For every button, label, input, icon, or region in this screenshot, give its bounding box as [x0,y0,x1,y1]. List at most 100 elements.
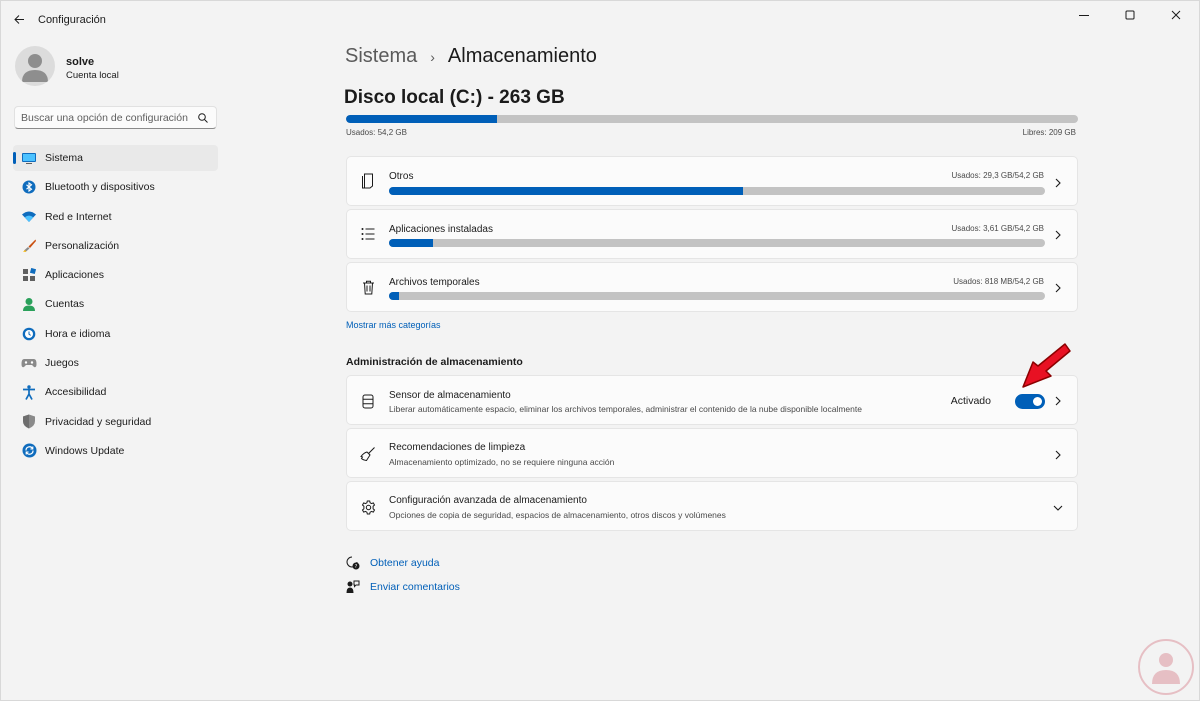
windows-update-icon [21,443,37,459]
sidebar-item-label: Hora e idioma [45,327,111,340]
sidebar-item-time-language[interactable]: Hora e idioma [13,321,218,347]
sidebar-nav: Sistema Bluetooth y dispositivos Red e I… [13,145,218,467]
category-usage-bar-fill [389,292,399,300]
category-usage-bar [389,239,1045,247]
sidebar-item-windows-update[interactable]: Windows Update [13,438,218,464]
sidebar-item-label: Bluetooth y dispositivos [45,181,155,194]
maximize-button[interactable] [1107,1,1153,29]
get-help-link[interactable]: ? Obtener ayuda [346,554,439,572]
category-usage-bar [389,292,1045,300]
breadcrumb-parent[interactable]: Sistema [345,45,417,68]
advanced-storage-title: Configuración avanzada de almacenamiento [389,495,587,506]
close-button[interactable] [1153,1,1199,29]
shield-icon [21,414,37,430]
brush-icon [21,238,37,254]
category-usage-bar [389,187,1045,195]
system-icon [21,150,37,166]
send-feedback-link[interactable]: Enviar comentarios [346,578,460,596]
app-title: Configuración [38,14,106,26]
person-icon [22,54,48,82]
broom-icon [360,446,376,462]
annotation-arrow-icon [1022,343,1071,388]
category-usage-bar-fill [389,187,744,195]
sidebar-item-label: Cuentas [45,298,85,311]
chevron-down-icon [1052,502,1064,514]
sidebar-item-label: Windows Update [45,444,125,457]
toggle-state-label: Activado [950,395,991,407]
watermark-logo [1138,639,1194,695]
sidebar-item-system[interactable]: Sistema [13,145,218,171]
advanced-storage-description: Opciones de copia de seguridad, espacios… [389,510,726,520]
minimize-icon [1079,15,1089,16]
title-bar: Configuración [1,1,1199,37]
category-card-others[interactable]: Otros Usados: 29,3 GB/54,2 GB [346,156,1078,206]
user-name: solve [66,56,95,68]
wifi-icon [21,209,37,225]
sidebar-item-label: Sistema [45,152,83,164]
disk-free-label: Libres: 209 GB [1022,128,1076,137]
minimize-button[interactable] [1061,1,1107,29]
sidebar-item-label: Privacidad y seguridad [45,415,152,428]
category-label: Otros [389,171,414,182]
sidebar-item-apps[interactable]: Aplicaciones [13,262,218,288]
disk-used-label: Usados: 54,2 GB [346,128,407,137]
maximize-icon [1125,10,1135,20]
breadcrumb: Sistema › Almacenamiento [345,45,597,68]
accessibility-icon [21,384,37,400]
storage-sense-description: Liberar automáticamente espacio, elimina… [389,404,862,414]
document-icon [360,173,376,189]
chevron-right-icon [1052,282,1064,294]
sidebar-item-accounts[interactable]: Cuentas [13,291,218,317]
storage-sense-card[interactable]: Sensor de almacenamiento Liberar automát… [346,375,1078,425]
user-profile[interactable]: solve Cuenta local [15,46,235,88]
sidebar-item-gaming[interactable]: Juegos [13,350,218,376]
category-label: Archivos temporales [389,277,480,288]
category-card-temp-files[interactable]: Archivos temporales Usados: 818 MB/54,2 … [346,262,1078,312]
category-card-installed-apps[interactable]: Aplicaciones instaladas Usados: 3,61 GB/… [346,209,1078,259]
search-box[interactable] [14,106,217,129]
svg-text:?: ? [355,564,358,570]
storage-sense-title: Sensor de almacenamiento [389,390,511,401]
close-icon [1171,10,1181,20]
help-link-label: Obtener ayuda [370,557,440,569]
advanced-storage-settings-card[interactable]: Configuración avanzada de almacenamiento… [346,481,1078,531]
chevron-right-icon [1052,229,1064,241]
storage-sense-toggle[interactable] [1015,394,1045,409]
category-label: Aplicaciones instaladas [389,224,493,235]
disk-usage-bar-fill [346,115,497,123]
disk-title: Disco local (C:) - 263 GB [344,87,565,108]
avatar [15,46,55,86]
chevron-right-icon [1052,177,1064,189]
category-usage: Usados: 29,3 GB/54,2 GB [951,171,1045,180]
sidebar-item-bluetooth[interactable]: Bluetooth y dispositivos [13,174,218,200]
sidebar-item-accessibility[interactable]: Accesibilidad [13,379,218,405]
account-type: Cuenta local [66,70,119,81]
sidebar-item-network[interactable]: Red e Internet [13,204,218,230]
breadcrumb-separator-icon: › [430,48,435,65]
sidebar-item-privacy[interactable]: Privacidad y seguridad [13,409,218,435]
page-title: Almacenamiento [447,45,597,67]
sidebar-item-label: Personalización [45,239,120,252]
sidebar-item-label: Juegos [45,357,79,370]
apps-icon [21,267,37,283]
category-usage-bar-fill [389,239,433,247]
toggle-knob [1033,397,1042,406]
time-language-icon [21,326,37,342]
cleanup-recommendations-title: Recomendaciones de limpieza [389,442,526,453]
chevron-right-icon [1052,395,1064,407]
sidebar-item-label: Aplicaciones [45,269,104,282]
search-icon[interactable] [197,112,209,124]
trash-icon [360,279,376,295]
cleanup-recommendations-card[interactable]: Recomendaciones de limpieza Almacenamien… [346,428,1078,478]
feedback-icon [346,580,360,594]
chevron-right-icon [1052,449,1064,461]
sidebar-item-label: Accesibilidad [45,386,107,399]
sidebar-item-label: Red e Internet [45,210,112,223]
list-icon [360,226,376,242]
sidebar-item-personalization[interactable]: Personalización [13,233,218,259]
back-button[interactable] [9,9,29,29]
search-input[interactable] [21,110,196,126]
show-more-categories-link[interactable]: Mostrar más categorías [346,320,441,330]
gamepad-icon [21,355,37,371]
disk-usage-bar [346,115,1078,123]
